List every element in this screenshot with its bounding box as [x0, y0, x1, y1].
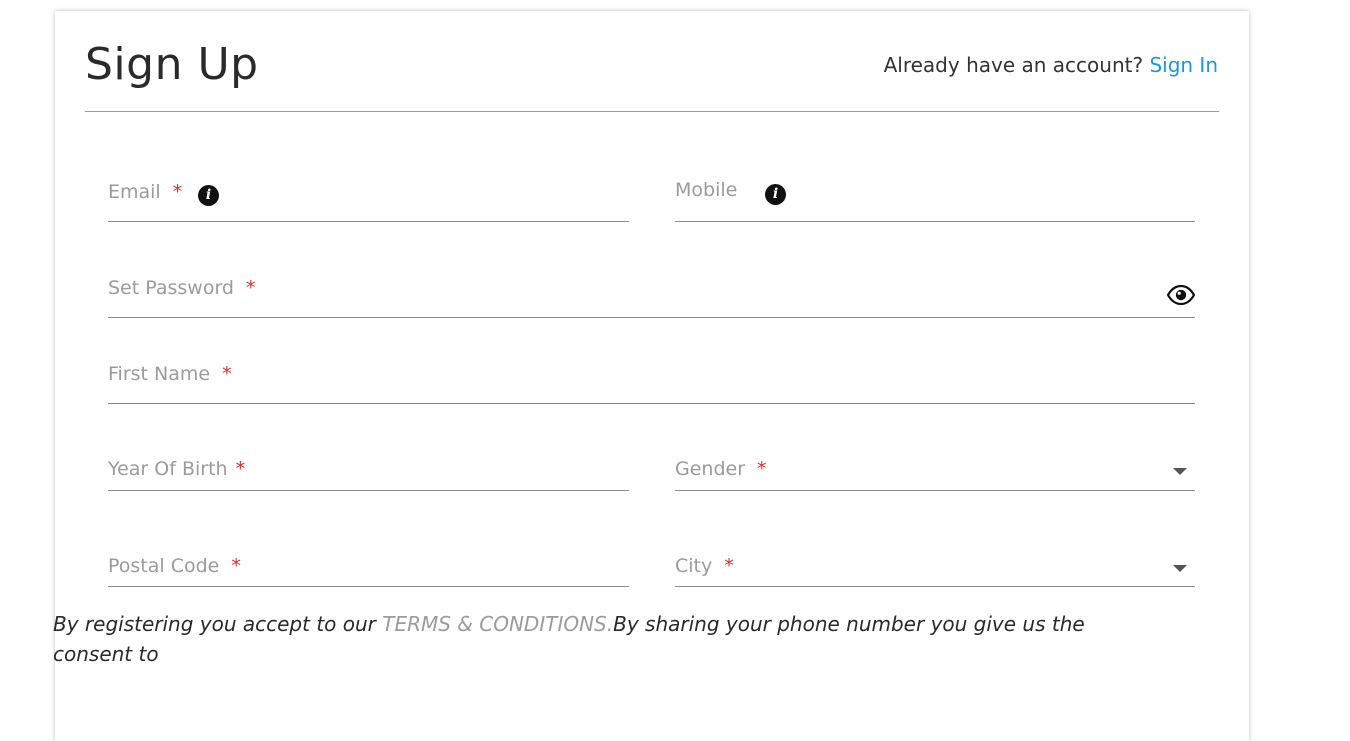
city-label: City * — [675, 555, 734, 577]
postal-code-label: Postal Code * — [108, 555, 241, 577]
password-label: Set Password * — [108, 277, 256, 299]
terms-text: By registering you accept to our TERMS &… — [53, 609, 1163, 669]
first-name-label-text: First Name — [108, 363, 211, 385]
terms-conditions-link[interactable]: TERMS & CONDITIONS. — [382, 612, 613, 636]
header-divider — [85, 111, 1219, 112]
city-caret-down-icon[interactable] — [1173, 565, 1187, 572]
first-name-label: First Name * — [108, 363, 232, 385]
email-label: Email * — [108, 181, 182, 203]
signin-prompt: Already have an account? Sign In — [884, 53, 1218, 77]
terms-prefix: By registering you accept to our — [53, 612, 383, 636]
gender-label: Gender * — [675, 458, 767, 480]
postal-code-field[interactable]: Postal Code * — [108, 546, 629, 587]
year-of-birth-field[interactable]: Year Of Birth * — [108, 450, 629, 491]
city-required-mark: * — [724, 555, 734, 577]
page-title: Sign Up — [85, 39, 259, 90]
mobile-label: Mobile — [675, 179, 738, 201]
city-select[interactable]: City * — [675, 546, 1195, 587]
gender-select[interactable]: Gender * — [675, 450, 1195, 491]
postal-code-label-text: Postal Code — [108, 555, 220, 577]
year-of-birth-required-mark: * — [235, 458, 246, 480]
first-name-field[interactable]: First Name * — [108, 363, 1195, 404]
signin-link[interactable]: Sign In — [1149, 53, 1218, 77]
password-required-mark: * — [246, 277, 256, 299]
gender-caret-down-icon[interactable] — [1173, 468, 1187, 475]
password-field[interactable]: Set Password * — [108, 277, 1195, 318]
year-of-birth-label-text: Year Of Birth — [108, 458, 228, 480]
email-info-icon[interactable]: i — [198, 185, 219, 206]
password-label-text: Set Password — [108, 277, 234, 299]
email-label-text: Email — [108, 181, 161, 203]
gender-label-text: Gender — [675, 458, 746, 480]
first-name-required-mark: * — [222, 363, 232, 385]
gender-required-mark: * — [757, 458, 767, 480]
already-account-text: Already have an account? — [883, 53, 1144, 77]
email-field[interactable]: Email * i — [108, 181, 629, 222]
mobile-info-icon[interactable]: i — [765, 184, 786, 205]
year-of-birth-label: Year Of Birth * — [108, 458, 245, 480]
eye-icon[interactable] — [1167, 285, 1195, 305]
email-required-mark: * — [172, 181, 183, 203]
postal-code-required-mark: * — [231, 555, 241, 577]
mobile-field[interactable]: Mobile i — [675, 179, 1195, 222]
city-label-text: City — [675, 555, 713, 577]
